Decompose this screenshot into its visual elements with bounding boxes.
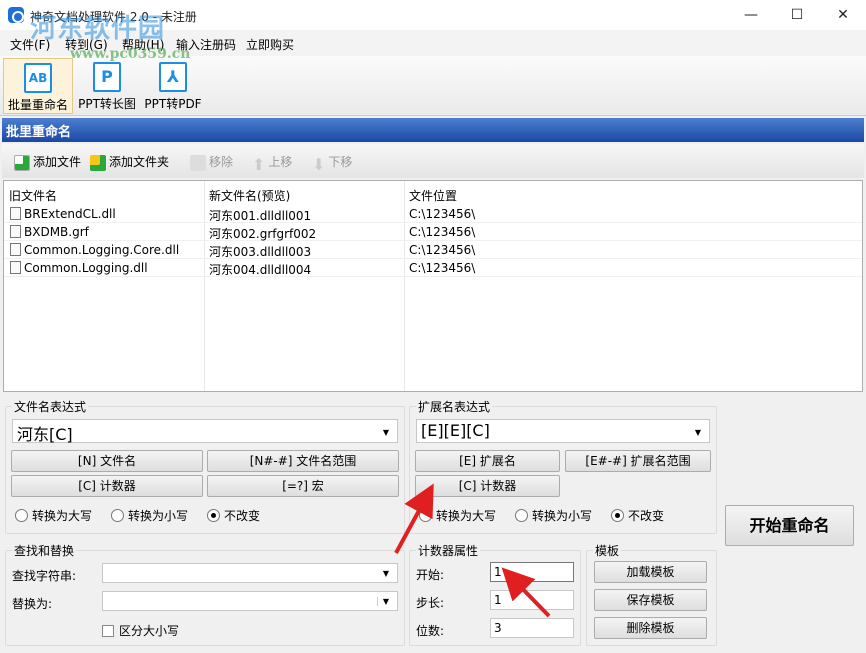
red-arrow-icon bbox=[501, 567, 551, 618]
red-arrow-icon bbox=[394, 483, 434, 554]
annotation-arrows bbox=[394, 483, 551, 618]
